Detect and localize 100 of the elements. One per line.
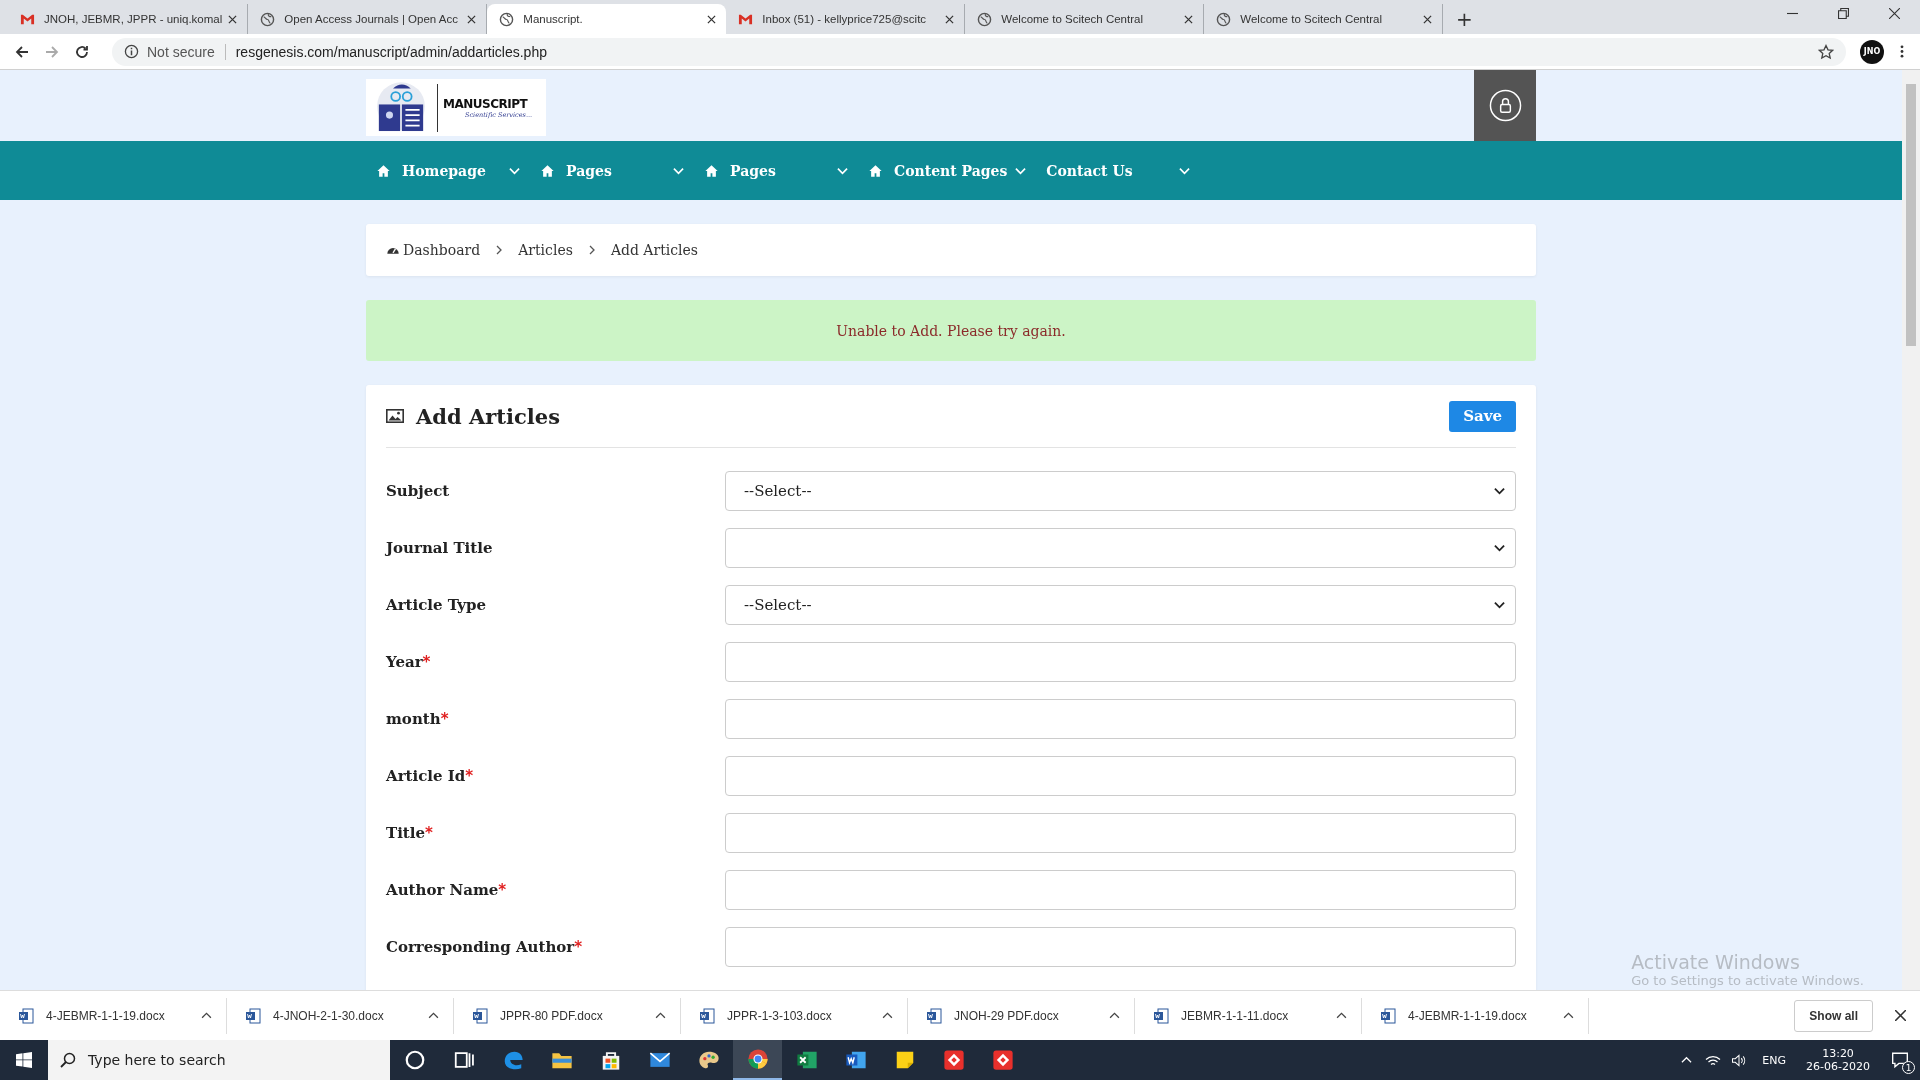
chevron-down-icon[interactable] [837,166,848,175]
word-document-icon [1153,1007,1169,1024]
activation-notice-title: Activate Windows [1631,951,1801,973]
word-document-icon [699,1007,715,1024]
close-icon[interactable] [467,14,477,24]
field-label: Subject [386,481,451,500]
scrollbar-thumb[interactable] [1906,84,1916,346]
tab-title: Welcome to Scitech Central [1001,13,1144,25]
clock-date[interactable]: 26-06-2020 [1806,1060,1870,1073]
save-button[interactable]: Save [1449,400,1516,432]
nav-link[interactable]: Content Pages [868,162,1008,179]
restore-icon[interactable] [1838,8,1849,19]
clock-time[interactable]: 13:20 [1822,1047,1854,1060]
star-icon[interactable] [1818,43,1834,60]
breadcrumb-link[interactable]: Articles [518,242,573,258]
error-alert: Unable to Add. Please try again. [366,300,1536,361]
back-arrow-icon[interactable] [14,43,30,60]
notification-center-button[interactable]: 1 [1880,1040,1920,1080]
dropdown-field[interactable]: --Select-- [725,470,1516,511]
chevron-up-icon[interactable] [1563,1012,1574,1019]
close-icon[interactable] [945,14,955,24]
input-field[interactable] [725,926,1516,967]
chevron-down-icon[interactable] [1179,166,1191,175]
task-view-icon [452,1049,475,1071]
chevron-up-icon[interactable] [882,1012,893,1019]
field-label: Journal Title [386,538,494,557]
file-name: 4-JEBMR-1-1-19.docx [1408,1008,1528,1023]
image-icon [386,409,404,423]
chevron-down-icon[interactable] [509,166,520,175]
input-field[interactable] [725,755,1516,796]
globe-icon [260,11,276,27]
breadcrumb-link[interactable]: Dashboard [386,242,481,258]
chevron-up-icon[interactable] [655,1012,666,1019]
language-indicator[interactable]: ENG [1762,1053,1787,1067]
field-label: Title* [386,823,434,842]
field-label: month* [386,709,450,728]
windows-logo-icon[interactable] [16,1052,32,1068]
nav-link[interactable]: Contact Us [1046,162,1133,179]
taskbar-app-button[interactable] [733,1040,782,1080]
download-item[interactable]: JNOH-29 PDF.docx [908,997,1135,1034]
input-field[interactable] [725,869,1516,910]
wifi-icon[interactable] [1705,1053,1722,1067]
chevron-up-icon[interactable] [428,1012,439,1019]
reload-icon[interactable] [74,43,90,60]
dropdown-field[interactable] [725,527,1516,568]
diamond-app-icon [991,1049,1014,1071]
download-item[interactable]: 4-JEBMR-1-1-19.docx [1362,997,1589,1034]
word-document-icon [18,1007,34,1024]
input-field[interactable] [725,812,1516,853]
profile-avatar[interactable]: JNO [1860,39,1884,64]
speaker-icon[interactable] [1731,1053,1748,1067]
new-tab-button[interactable]: + [1447,4,1482,34]
close-icon[interactable] [1889,8,1900,19]
chevron-down-icon[interactable] [1015,166,1027,175]
chevron-down-icon[interactable] [673,166,684,175]
download-item[interactable]: 4-JEBMR-1-1-19.docx [0,997,227,1034]
chevron-right-icon [588,245,595,255]
chevron-down-icon [1494,600,1505,609]
speech-bubble-icon [1891,1051,1909,1069]
cortana-circle-icon [403,1049,426,1071]
input-field[interactable] [725,698,1516,739]
logo-title: MANUSCRIPT [443,96,529,111]
breadcrumb-link[interactable]: Add Articles [610,242,699,258]
nav-link[interactable]: Homepage [376,162,486,179]
home-icon [704,163,719,178]
notification-count: 1 [1902,1061,1915,1074]
security-label: Not secure [147,43,215,60]
show-all-button[interactable]: Show all [1794,999,1873,1032]
url-text: resgenesis.com/manuscript/admin/addarticles.php [235,43,548,60]
chevron-down-icon [1494,543,1505,552]
download-item[interactable]: 4-JNOH-2-1-30.docx [227,997,454,1034]
menu-icon[interactable] [1900,44,1904,59]
close-icon[interactable] [228,14,238,24]
word-document-icon [472,1007,488,1024]
download-item[interactable]: JPPR-80 PDF.docx [454,997,681,1034]
nav-link[interactable]: Pages [540,162,612,179]
download-item[interactable]: JEBMR-1-1-11.docx [1135,997,1362,1034]
close-icon[interactable] [1423,14,1433,24]
browser-tab[interactable]: Manuscript. [487,4,727,34]
chevron-up-icon[interactable] [201,1012,212,1019]
download-item[interactable]: JPPR-1-3-103.docx [681,997,908,1034]
close-icon[interactable] [707,14,717,24]
field-label: Corresponding Author* [386,937,584,956]
scrollbar[interactable] [1902,70,1920,990]
taskbar-search-field[interactable]: Type here to search [48,1040,390,1080]
file-name: 4-JNOH-2-1-30.docx [273,1008,385,1023]
user-account-button[interactable] [1474,70,1536,141]
nav-link[interactable]: Pages [704,162,776,179]
close-icon[interactable] [1895,1010,1906,1021]
chevron-up-icon[interactable] [1336,1012,1347,1019]
field-label: Article Type [386,595,488,614]
dropdown-field[interactable]: --Select-- [725,584,1516,625]
address-bar[interactable]: Not secure resgenesis.com/manuscript/admin/addarticles.php [112,37,1846,66]
input-field[interactable] [725,641,1516,682]
close-icon[interactable] [1184,14,1194,24]
file-name: JNOH-29 PDF.docx [954,1008,1060,1023]
home-icon [376,163,391,178]
chrome-browser-icon [746,1048,769,1070]
info-icon [124,44,139,59]
chevron-up-icon[interactable] [1109,1012,1120,1019]
